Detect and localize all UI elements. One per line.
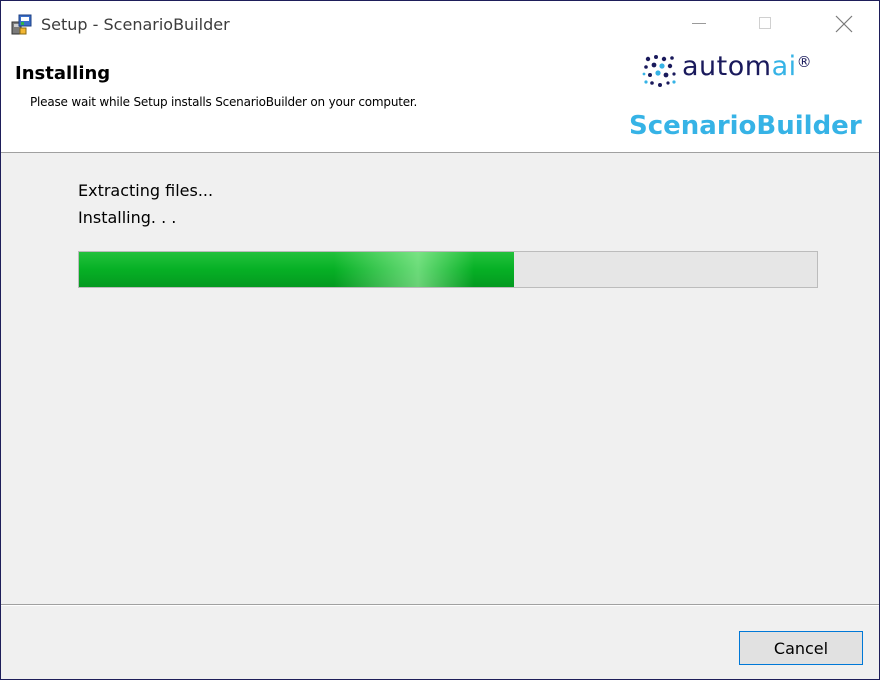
- minimize-icon: [692, 23, 706, 24]
- status-installing: Installing. . .: [78, 208, 177, 227]
- page-subtitle: Please wait while Setup installs Scenari…: [30, 95, 418, 109]
- close-button[interactable]: [813, 1, 873, 45]
- automai-logo-text: automai®: [682, 51, 812, 82]
- install-progress-bar: [78, 251, 818, 288]
- installer-app-icon: [11, 13, 33, 35]
- footer-divider: [1, 604, 879, 606]
- title-bar[interactable]: Setup - ScenarioBuilder: [1, 1, 879, 45]
- setup-window: Setup - ScenarioBuilder Installing Pleas…: [0, 0, 880, 680]
- registered-mark: ®: [796, 53, 813, 71]
- maximize-icon: [759, 17, 771, 29]
- page-title: Installing: [15, 63, 111, 84]
- wizard-header: Installing Please wait while Setup insta…: [1, 45, 879, 153]
- logo-brand-prefix: autom: [682, 51, 772, 82]
- logo-brand-suffix: ai: [771, 51, 797, 82]
- minimize-button[interactable]: [669, 1, 729, 45]
- status-extracting: Extracting files...: [78, 181, 214, 200]
- cancel-button[interactable]: Cancel: [739, 631, 863, 665]
- automai-logo-icon: [642, 53, 678, 89]
- window-title: Setup - ScenarioBuilder: [41, 15, 230, 34]
- progress-shine: [334, 252, 474, 287]
- maximize-button[interactable]: [735, 1, 795, 45]
- product-logo-text: ScenarioBuilder: [629, 111, 862, 141]
- close-icon: [835, 15, 853, 33]
